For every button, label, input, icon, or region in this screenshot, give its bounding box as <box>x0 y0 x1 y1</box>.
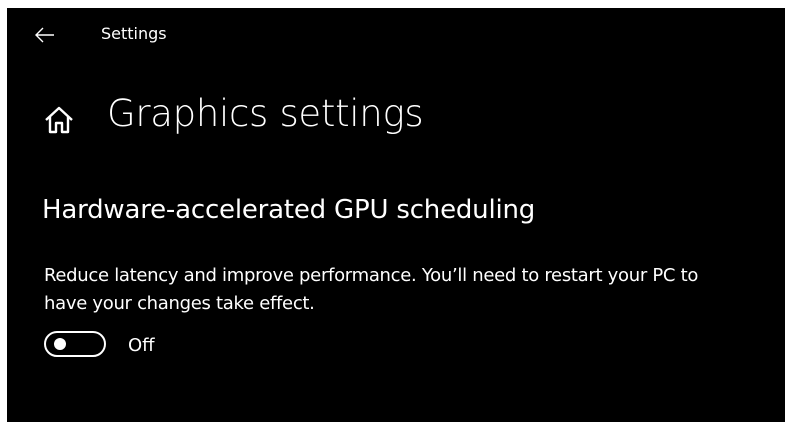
page-title: Graphics settings <box>107 92 424 135</box>
arrow-left-icon <box>35 27 54 43</box>
home-icon[interactable] <box>43 104 75 136</box>
settings-window: Settings Graphics settings Hardware-acce… <box>7 8 785 422</box>
gpu-scheduling-description: Reduce latency and improve performance. … <box>44 265 699 314</box>
app-title: Settings <box>101 24 167 43</box>
back-button[interactable] <box>31 22 59 48</box>
toggle-knob <box>54 338 66 350</box>
window-border-top <box>0 0 785 8</box>
section-title-gpu-scheduling: Hardware-accelerated GPU scheduling <box>42 195 536 225</box>
toggle-state-label: Off <box>128 335 155 356</box>
window-border-left <box>0 0 7 422</box>
gpu-scheduling-toggle[interactable] <box>44 331 106 357</box>
